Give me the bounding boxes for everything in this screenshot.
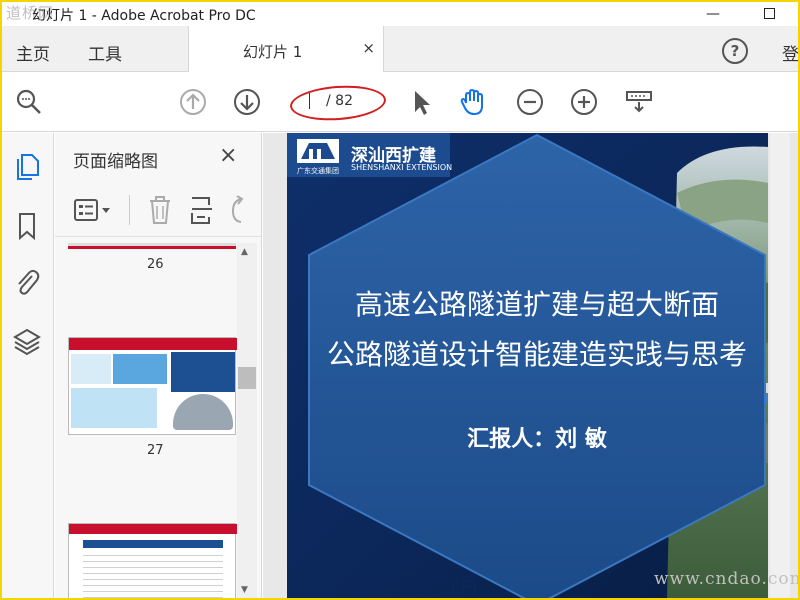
thumbnail-header — [69, 338, 237, 350]
logo-company: 广东交通集团 — [297, 167, 339, 175]
menu-tools[interactable]: 工具 — [88, 40, 122, 65]
navigation-rail — [2, 133, 54, 598]
thumbnail-page-number: 27 — [147, 443, 164, 458]
attachment-icon[interactable] — [12, 267, 42, 297]
title-bar: 道桥网 幻灯片 1 - Adobe Acrobat Pro DC — — [2, 2, 798, 26]
slide-title-line-2: 公路隧道设计智能建造实践与思考 — [326, 338, 747, 371]
thumbnail-scroll-thumb[interactable] — [238, 367, 256, 389]
document-tab-label: 幻灯片 1 — [243, 43, 303, 61]
thumbnail-options-icon[interactable] — [73, 197, 113, 223]
next-page-icon[interactable] — [232, 87, 262, 117]
delete-page-icon[interactable] — [147, 195, 173, 225]
slide-date: 二〇二三年九月 — [339, 573, 479, 597]
thumbnail-page-number: 26 — [147, 257, 164, 272]
company-logo — [297, 139, 339, 163]
thumbnail-page-26[interactable] — [68, 243, 236, 249]
slide-page: 深汕西扩建 SHENSHANXI EXTENSION 广东交通集团 高速公路隧道… — [287, 133, 768, 598]
document-view: 深汕西扩建 SHENSHANXI EXTENSION 广东交通集团 高速公路隧道… — [263, 133, 798, 598]
undo-icon[interactable] — [227, 195, 253, 225]
zoom-in-icon[interactable] — [569, 87, 599, 117]
thumbnails-panel-close-button[interactable]: × — [219, 143, 237, 168]
thumbnail-page-27[interactable] — [68, 337, 237, 435]
extract-page-icon[interactable] — [189, 195, 215, 225]
page-display-icon[interactable] — [624, 87, 654, 117]
thumbnail-scrollbar[interactable] — [237, 243, 257, 598]
maximize-button[interactable] — [754, 4, 784, 24]
hand-tool-icon[interactable] — [458, 87, 488, 117]
toolbar-divider — [129, 195, 130, 225]
thumbnail-info-box — [171, 352, 235, 392]
scroll-down-arrow-icon[interactable]: ▼ — [241, 585, 248, 595]
document-tab[interactable]: 幻灯片 1 × — [188, 26, 384, 72]
watermark-bottom-right: www.cndao.com — [654, 569, 800, 589]
document-tab-close-button[interactable]: × — [362, 39, 375, 57]
layers-icon[interactable] — [12, 327, 42, 357]
thumbnail-table — [83, 550, 223, 598]
thumbnail-list: 26 27 — [55, 243, 251, 598]
window-title: 幻灯片 1 - Adobe Acrobat Pro DC — [32, 8, 256, 24]
thumbnails-panel: 页面缩略图 × 26 27 ▲ ▼ — [55, 133, 262, 598]
thumbnails-toolbar — [55, 185, 262, 237]
thumbnail-tunnel-section — [173, 394, 233, 430]
thumbnails-panel-title: 页面缩略图 — [73, 152, 158, 172]
zoom-out-icon[interactable] — [515, 87, 545, 117]
thumbnail-header — [69, 524, 237, 534]
toolbar: / 82 — [2, 72, 798, 132]
slide-title-line-1: 高速公路隧道扩建与超大断面 — [354, 288, 719, 321]
maximize-icon — [763, 8, 775, 19]
thumbnail-page-28[interactable] — [68, 523, 237, 598]
scroll-up-arrow-icon[interactable]: ▲ — [241, 247, 248, 257]
thumbnail-image — [113, 354, 167, 384]
minimize-button[interactable]: — — [698, 4, 728, 24]
help-icon[interactable]: ? — [722, 38, 748, 64]
thumbnail-image — [71, 388, 157, 428]
search-icon[interactable] — [14, 87, 44, 117]
previous-page-icon[interactable] — [178, 87, 208, 117]
document-scrollbar[interactable] — [770, 133, 790, 598]
annotation-ellipse — [288, 82, 388, 124]
sign-in-link[interactable]: 登 — [782, 40, 799, 65]
logo-subtitle: SHENSHANXI EXTENSION — [351, 163, 453, 172]
menu-bar: 主页 工具 幻灯片 1 × ? 登 — [2, 26, 799, 72]
slide-reporter: 汇报人：刘 敏 — [467, 427, 607, 452]
page-thumbnails-icon[interactable] — [12, 151, 42, 181]
bookmark-icon[interactable] — [12, 211, 42, 241]
thumbnail-image — [71, 354, 111, 384]
menu-home[interactable]: 主页 — [16, 40, 50, 65]
select-cursor-icon[interactable] — [406, 87, 436, 117]
thumbnail-table-header — [83, 540, 223, 548]
